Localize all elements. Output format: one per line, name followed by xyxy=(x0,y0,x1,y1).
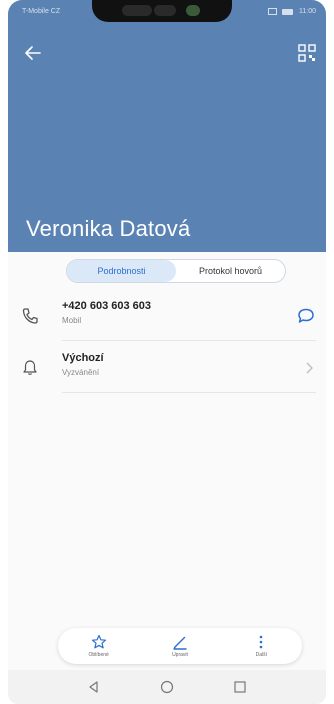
message-icon[interactable] xyxy=(296,306,316,326)
edit-label: Upravit xyxy=(172,652,188,658)
edit-button[interactable]: Upravit xyxy=(150,634,210,658)
ringtone-row[interactable]: Výchozí Vyzvánění xyxy=(8,344,326,392)
contact-header: T-Mobile CZ 11:00 Veronika Datová xyxy=(8,0,326,252)
clock-label: 11:00 xyxy=(299,8,316,15)
phone-screen: T-Mobile CZ 11:00 Veronika Datová Podrob… xyxy=(8,0,326,704)
qr-code-icon[interactable] xyxy=(298,44,316,62)
arrow-left-icon[interactable] xyxy=(22,42,44,64)
row-divider xyxy=(62,340,316,341)
carrier-label: T-Mobile CZ xyxy=(22,8,61,15)
status-icons: 11:00 xyxy=(268,8,316,15)
battery-icon xyxy=(282,8,293,15)
bell-icon xyxy=(23,360,37,375)
detail-tabs: Podrobnosti Protokol hovorů xyxy=(66,259,286,283)
phone-icon xyxy=(22,308,38,324)
tab-call-log[interactable]: Protokol hovorů xyxy=(176,260,285,282)
home-circle-icon[interactable] xyxy=(159,679,175,695)
star-icon xyxy=(91,634,106,649)
sim-icon xyxy=(268,8,277,15)
tab-details[interactable]: Podrobnosti xyxy=(67,260,176,282)
more-button[interactable]: Další xyxy=(231,634,291,658)
action-bar: Oblíbené Upravit Další xyxy=(58,628,302,664)
more-label: Další xyxy=(255,652,268,658)
favorite-button[interactable]: Oblíbené xyxy=(69,634,129,658)
more-vertical-icon xyxy=(260,635,263,649)
ringtone-title: Výchozí xyxy=(62,352,104,364)
back-triangle-icon[interactable] xyxy=(86,679,102,695)
phone-number: +420 603 603 603 xyxy=(62,300,152,312)
favorite-label: Oblíbené xyxy=(88,652,109,658)
camera-notch xyxy=(92,0,232,22)
row-divider xyxy=(62,392,316,393)
chevron-right-icon xyxy=(306,362,313,374)
recents-square-icon[interactable] xyxy=(232,679,248,695)
pencil-icon xyxy=(173,636,187,650)
contact-name: Veronika Datová xyxy=(26,216,191,241)
ringtone-subtitle: Vyzvánění xyxy=(62,368,100,377)
phone-number-row[interactable]: +420 603 603 603 Mobil xyxy=(8,292,326,340)
phone-type: Mobil xyxy=(62,316,82,325)
system-nav-bar xyxy=(8,670,326,704)
